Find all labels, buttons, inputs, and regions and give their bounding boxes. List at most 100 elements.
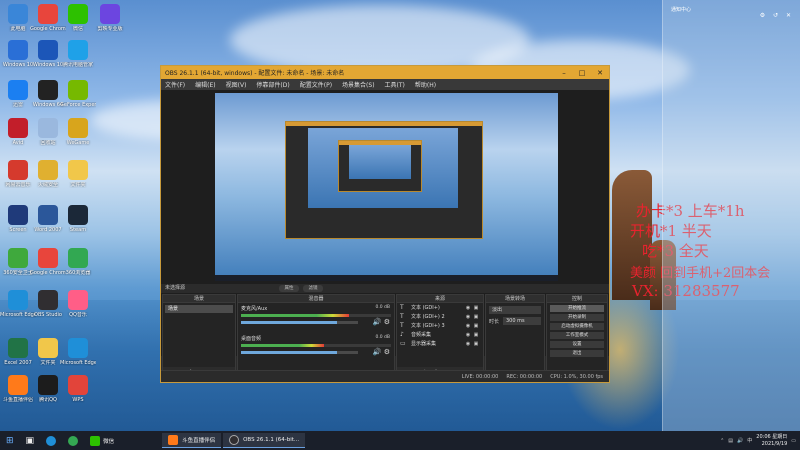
start-virtual-camera-button[interactable]: 启动虚拟摄像机 bbox=[550, 323, 604, 330]
taskbar-edge[interactable] bbox=[40, 431, 62, 450]
mixer-controls: 🔊 ⚙ bbox=[373, 348, 390, 356]
eye-icon[interactable]: ◉ bbox=[464, 332, 472, 338]
gear-icon[interactable]: ⚙ bbox=[384, 348, 390, 356]
app-icon bbox=[8, 80, 28, 100]
source-item[interactable]: T 文本 (GDI+) ◉ ▣ bbox=[397, 303, 483, 312]
transition-type-select[interactable]: 淡出 bbox=[489, 306, 541, 314]
studio-mode-button[interactable]: 工作室模式 bbox=[550, 332, 604, 339]
menu-tools[interactable]: 工具(T) bbox=[385, 80, 405, 89]
input-method-icon[interactable]: 中 bbox=[747, 437, 752, 444]
app-icon bbox=[38, 80, 58, 100]
filters-button[interactable]: 滤镜 bbox=[303, 285, 323, 292]
lock-icon[interactable]: ▣ bbox=[472, 305, 480, 311]
app-icon bbox=[68, 160, 88, 180]
transition-duration-row: 时长 300 ms bbox=[489, 317, 541, 325]
taskbar-app-obs[interactable]: OBS 26.1.1 (64-bit... bbox=[223, 433, 306, 448]
desktop-icon[interactable]: 微信 bbox=[60, 4, 96, 32]
eye-icon[interactable]: ◉ bbox=[464, 305, 472, 311]
text-icon: T bbox=[400, 304, 404, 311]
tray-chevron-icon[interactable]: ⌃ bbox=[720, 438, 724, 444]
edge-icon bbox=[46, 435, 57, 446]
desktop-icon[interactable]: GeForce Experience bbox=[60, 80, 96, 108]
properties-button[interactable]: 属性 bbox=[279, 285, 299, 292]
menu-help[interactable]: 帮助(H) bbox=[415, 80, 436, 89]
lock-icon[interactable]: ▣ bbox=[472, 332, 480, 338]
source-name: 显示器采集 bbox=[411, 341, 437, 347]
transition-duration-input[interactable]: 300 ms bbox=[503, 317, 541, 325]
source-item[interactable]: ♪ 音频采集 ◉ ▣ bbox=[397, 330, 483, 339]
taskbar-app-label: 斗鱼直播伴侣 bbox=[182, 438, 216, 444]
nested-obs-window bbox=[285, 121, 483, 239]
desktop-icon-label: WeGame bbox=[66, 140, 90, 146]
monitor-icon: ▭ bbox=[400, 340, 406, 347]
taskbar-wechat[interactable]: 微信 bbox=[84, 431, 120, 450]
desktop-icon-label: 360浏览器 bbox=[65, 270, 91, 276]
clock-time: 20:06 星期日 bbox=[756, 433, 788, 440]
desktop-icon[interactable]: 剪映专业版 bbox=[92, 4, 128, 32]
app-icon bbox=[8, 375, 28, 395]
app-icon bbox=[100, 4, 120, 24]
volume-slider[interactable] bbox=[241, 351, 358, 354]
lock-icon[interactable]: ▣ bbox=[472, 323, 480, 329]
source-item[interactable]: T 文本 (GDI+) 2 ◉ ▣ bbox=[397, 312, 483, 321]
eye-icon[interactable]: ◉ bbox=[464, 314, 472, 320]
notification-panel-actions[interactable]: ⚙ ↺ ✕ bbox=[760, 12, 794, 19]
minimize-icon[interactable]: – bbox=[555, 69, 573, 77]
live-status: LIVE: 00:00:00 bbox=[461, 373, 499, 380]
gear-icon[interactable]: ⚙ bbox=[384, 318, 390, 326]
speaker-icon[interactable]: 🔊 bbox=[373, 318, 382, 326]
settings-button[interactable]: 设置 bbox=[550, 341, 604, 348]
volume-icon[interactable]: 🔊 bbox=[737, 438, 743, 444]
eye-icon[interactable]: ◉ bbox=[464, 323, 472, 329]
desktop-icon-label: 微信 bbox=[72, 26, 83, 32]
taskbar-app-douyu[interactable]: 斗鱼直播伴侣 bbox=[162, 433, 222, 448]
desktop-icon[interactable]: Microsoft Edge bbox=[60, 338, 96, 366]
desktop-icon[interactable]: WeGame bbox=[60, 118, 96, 146]
menu-docks[interactable]: 停靠部件(D) bbox=[256, 80, 289, 89]
notifications-icon[interactable]: ▭ bbox=[791, 438, 796, 444]
source-item[interactable]: T 文本 (GDI+) 3 ◉ ▣ bbox=[397, 321, 483, 330]
lock-icon[interactable]: ▣ bbox=[472, 341, 480, 347]
source-name: 音频采集 bbox=[411, 332, 432, 338]
desktop-icon[interactable]: 文件夹 bbox=[60, 160, 96, 188]
menu-file[interactable]: 文件(F) bbox=[165, 80, 185, 89]
network-icon[interactable]: ▤ bbox=[728, 438, 733, 444]
maximize-icon[interactable]: □ bbox=[573, 69, 591, 77]
start-recording-button[interactable]: 开始录制 bbox=[550, 314, 604, 321]
exit-button[interactable]: 退出 bbox=[550, 350, 604, 357]
taskbar-chrome[interactable] bbox=[62, 431, 84, 450]
obs-titlebar[interactable]: OBS 26.1.1 (64-bit, windows) - 配置文件: 未命名… bbox=[161, 66, 609, 79]
nested-obs-titlebar bbox=[286, 122, 482, 126]
desktop-icon[interactable]: WPS bbox=[60, 375, 96, 403]
source-item[interactable]: ▭ 显示器采集 ◉ ▣ bbox=[397, 339, 483, 348]
clock[interactable]: 20:06 星期日 2021/9/19 bbox=[756, 434, 787, 448]
menu-profile[interactable]: 配置文件(P) bbox=[300, 80, 332, 89]
desktop-icon[interactable]: Steam bbox=[60, 205, 96, 233]
menu-scene-collection[interactable]: 场景集合(S) bbox=[342, 80, 375, 89]
preview-canvas[interactable] bbox=[215, 93, 558, 281]
mixer-channel-name: 桌面音频 bbox=[241, 336, 262, 342]
app-icon bbox=[8, 118, 28, 138]
desktop-icon[interactable]: 腾讯电脑管家 bbox=[60, 40, 96, 68]
scene-list-item[interactable]: 场景 bbox=[165, 305, 233, 313]
start-button[interactable]: ⊞ bbox=[0, 431, 20, 450]
desktop-icon[interactable]: 360浏览器 bbox=[60, 248, 96, 276]
obs-window[interactable]: OBS 26.1.1 (64-bit, windows) - 配置文件: 未命名… bbox=[160, 65, 610, 383]
app-icon bbox=[8, 338, 28, 358]
close-icon[interactable]: ✕ bbox=[591, 69, 609, 77]
speaker-icon[interactable]: 🔊 bbox=[373, 348, 382, 356]
menu-view[interactable]: 视图(V) bbox=[226, 80, 247, 89]
volume-slider[interactable] bbox=[241, 321, 358, 324]
desktop-icon[interactable]: QQ音乐 bbox=[60, 290, 96, 318]
menu-edit[interactable]: 编辑(E) bbox=[195, 80, 215, 89]
mixer-channel: 桌面音频 0.0 dB 🔊 ⚙ bbox=[238, 333, 394, 363]
task-view-button[interactable]: ▣ bbox=[20, 431, 41, 450]
scenes-dock-header: 场景 bbox=[163, 295, 235, 303]
source-name: 文本 (GDI+) 3 bbox=[411, 323, 445, 329]
lock-icon[interactable]: ▣ bbox=[472, 314, 480, 320]
wechat-icon bbox=[90, 435, 101, 446]
eye-icon[interactable]: ◉ bbox=[464, 341, 472, 347]
nested-obs-preview-2 bbox=[349, 145, 411, 179]
desktop-icon-label: GeForce Experience bbox=[60, 102, 96, 108]
start-streaming-button[interactable]: 开始推流 bbox=[550, 305, 604, 312]
